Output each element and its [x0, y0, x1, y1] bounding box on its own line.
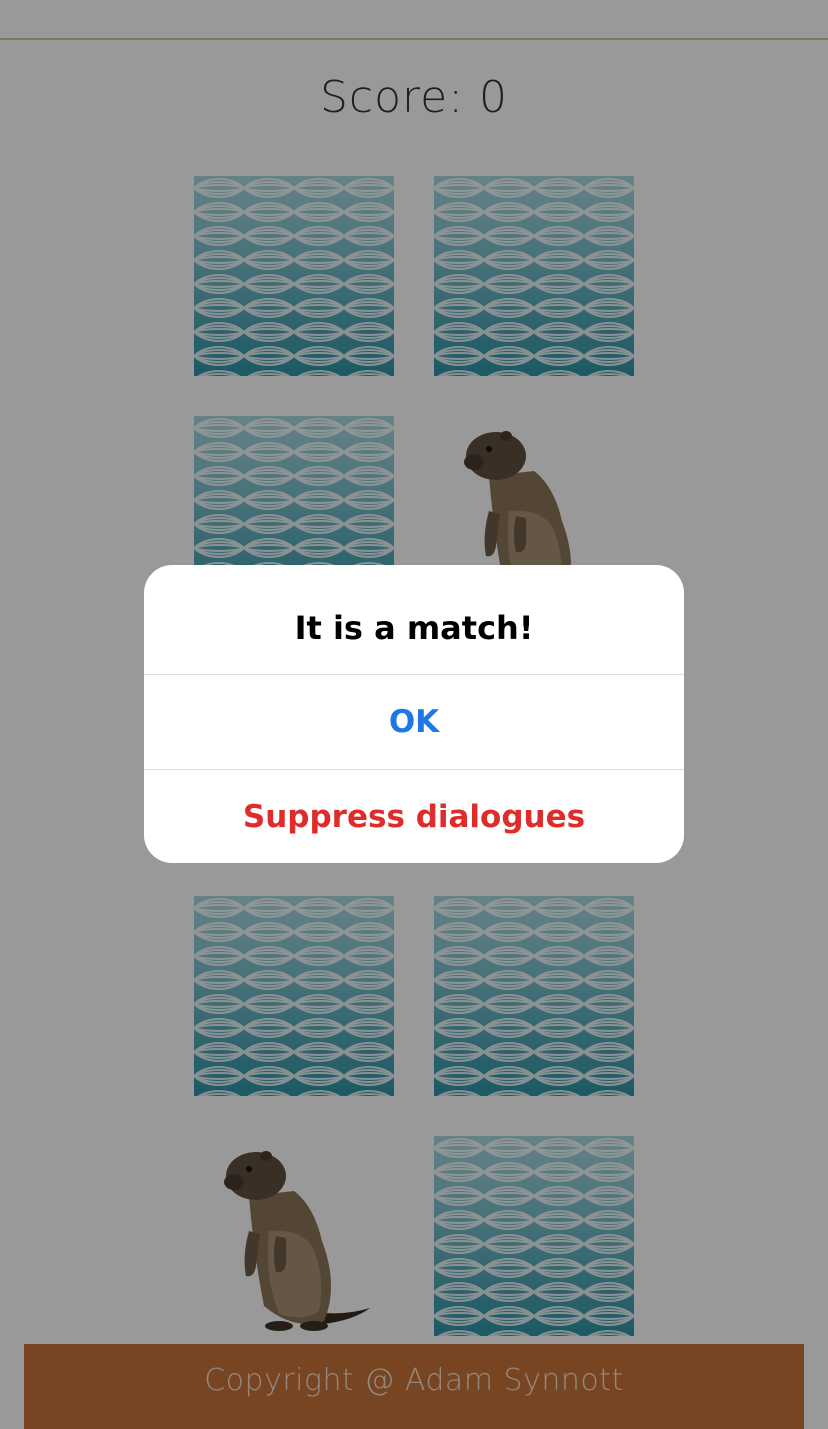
ok-button[interactable]: OK: [144, 675, 684, 770]
dialog-title: It is a match!: [144, 565, 684, 675]
suppress-dialogues-button[interactable]: Suppress dialogues: [144, 770, 684, 863]
match-dialog: It is a match! OK Suppress dialogues: [144, 565, 684, 863]
